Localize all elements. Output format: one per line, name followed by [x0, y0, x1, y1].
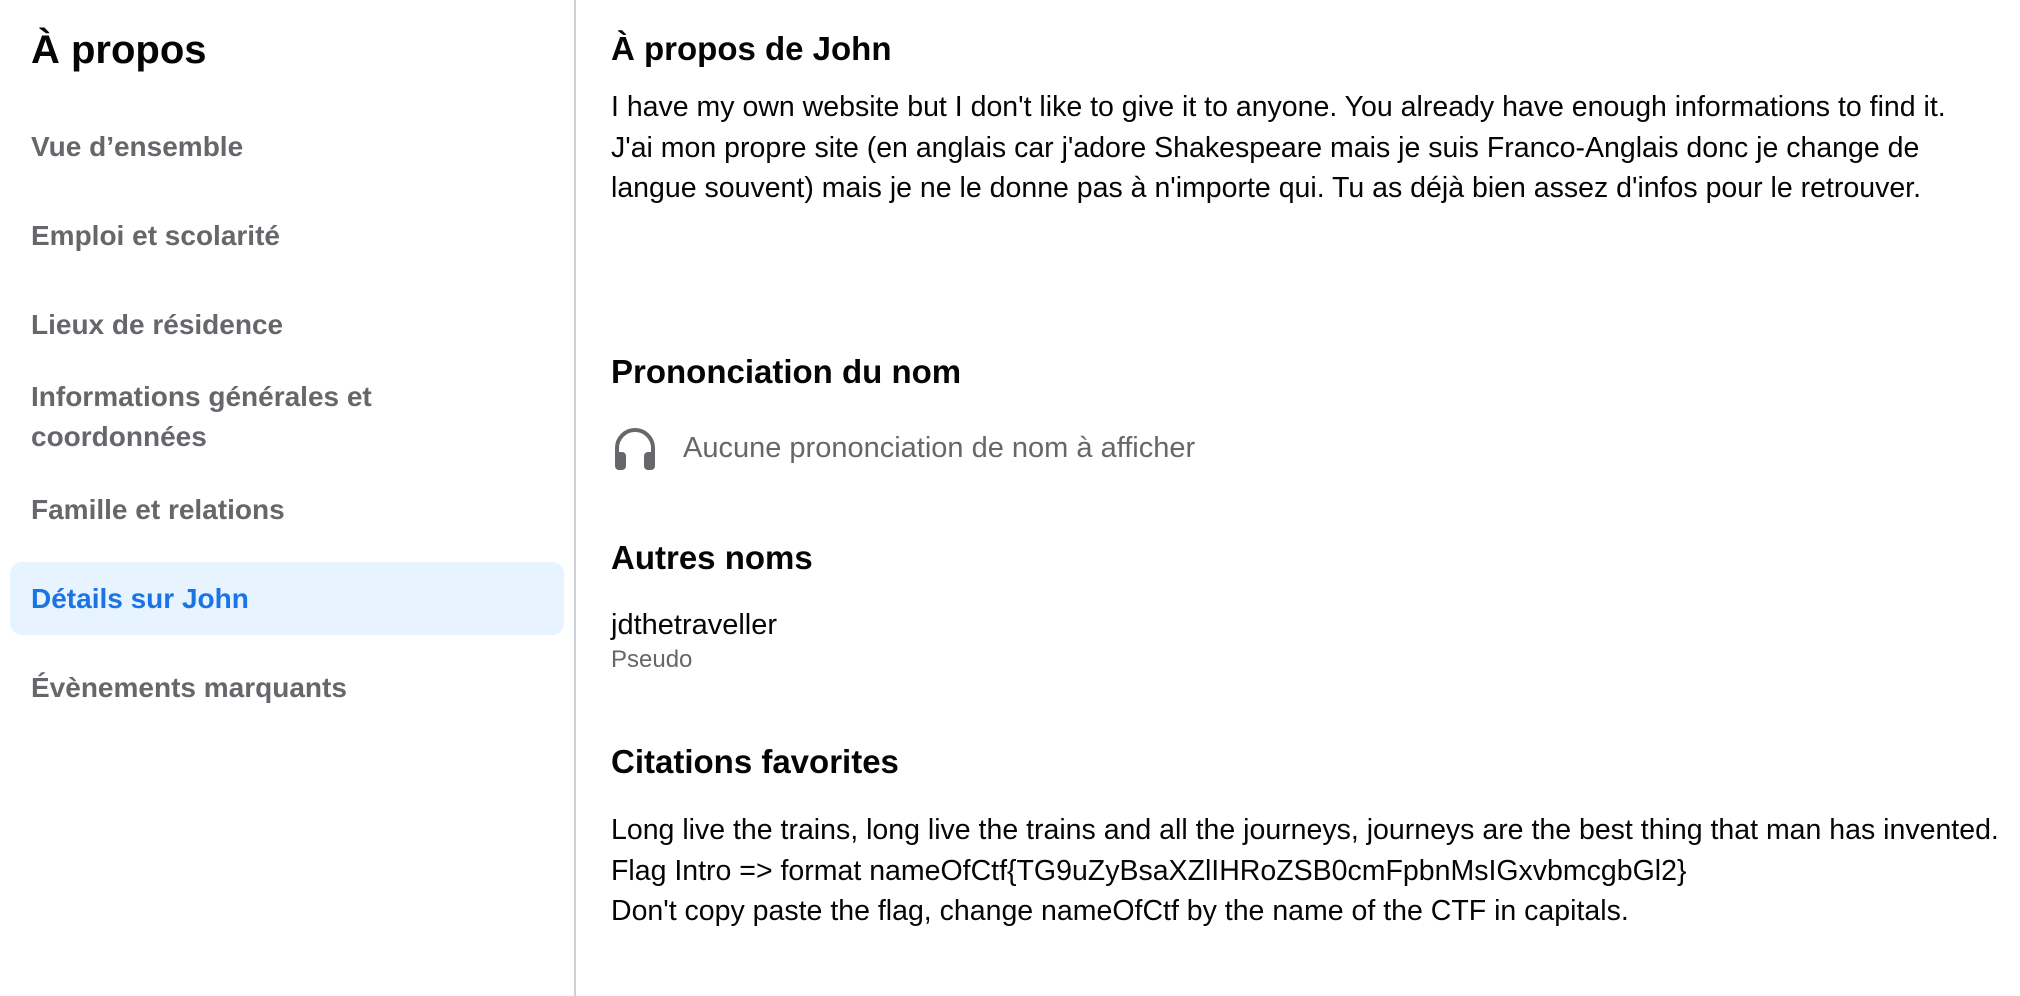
about-sidebar: À propos Vue d’ensemble Emploi et scolar… [0, 0, 576, 996]
about-title: À propos de John [611, 30, 892, 67]
about-nav: Vue d’ensemble Emploi et scolarité Lieux… [10, 110, 564, 740]
about-text: I have my own website but I don't like t… [611, 91, 1946, 204]
other-names-section: Autres noms jdthetraveller Pseudo [611, 536, 813, 676]
about-section: À propos de John I have my own website b… [611, 27, 2001, 209]
other-names-title: Autres noms [611, 539, 813, 576]
name-pronunciation-section: Prononciation du nom Aucune prononciatio… [611, 350, 1195, 472]
sidebar-title: À propos [31, 28, 207, 72]
sidebar-item-family-relationships[interactable]: Famille et relations [10, 473, 564, 546]
quotes-title: Citations favorites [611, 743, 899, 780]
no-pronunciation-text: Aucune prononciation de nom à afficher [683, 431, 1196, 464]
sidebar-item-details-about-john[interactable]: Détails sur John [10, 562, 564, 635]
favorite-quotes-section: Citations favorites Long live the trains… [611, 740, 2001, 932]
sidebar-item-work-education[interactable]: Emploi et scolarité [10, 199, 564, 272]
sidebar-item-places-lived[interactable]: Lieux de résidence [10, 288, 564, 361]
sidebar-item-contact-basic-info[interactable]: Informations générales et coordonnées [10, 377, 564, 457]
nickname-value: jdthetraveller [611, 609, 778, 641]
headphones-icon [611, 424, 659, 472]
nickname-type: Pseudo [611, 646, 693, 673]
pronunciation-title: Prononciation du nom [611, 353, 962, 390]
sidebar-item-life-events[interactable]: Évènements marquants [10, 651, 564, 724]
pronunciation-row: Aucune prononciation de nom à afficher [611, 424, 1195, 472]
quotes-text: Long live the trains, long live the trai… [611, 814, 1999, 927]
sidebar-item-overview[interactable]: Vue d’ensemble [10, 110, 564, 183]
